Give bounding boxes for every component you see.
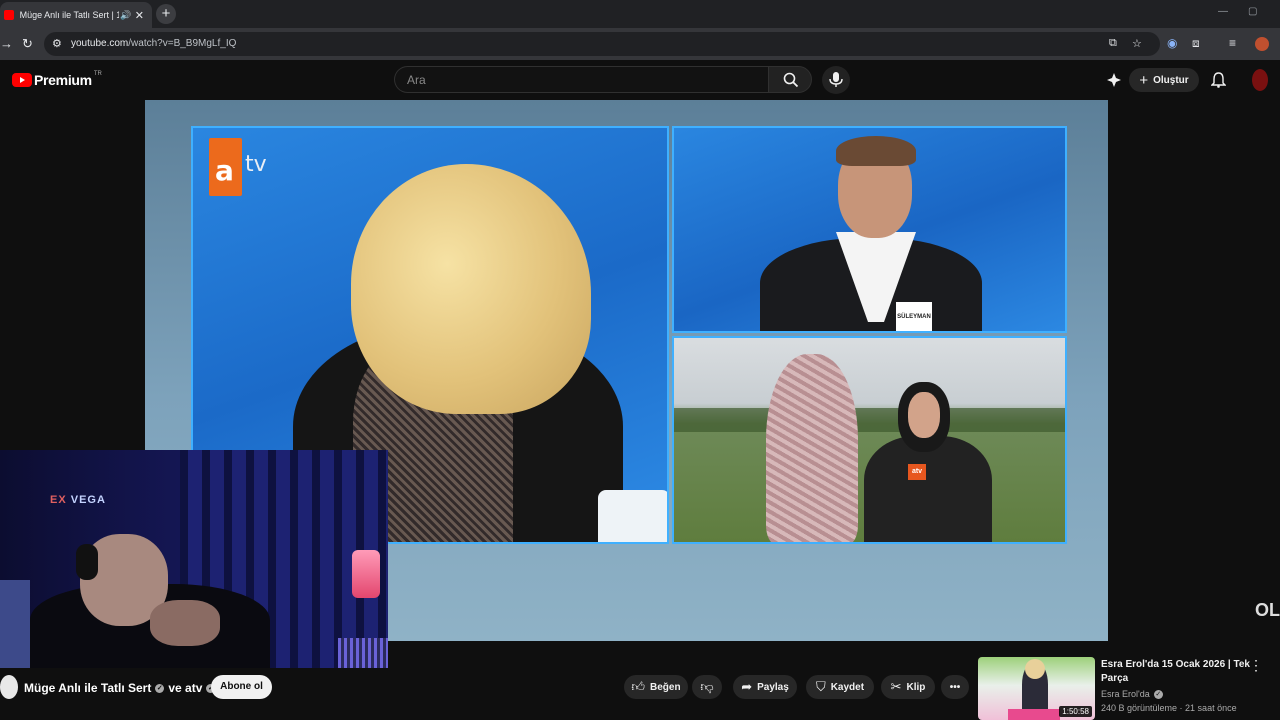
- save-button[interactable]: ⛉ Kaydet: [806, 675, 874, 699]
- like-button[interactable]: 👍︎ Beğen: [624, 675, 688, 699]
- thumbnail-host-hair: [1025, 659, 1045, 679]
- share-arrow-icon: ➦: [741, 679, 753, 694]
- new-tab-button[interactable]: +: [156, 4, 176, 24]
- youtube-header: Premium TR: [0, 60, 1280, 100]
- verified-icon: ✓: [1153, 689, 1163, 699]
- browser-profile-avatar[interactable]: [1255, 37, 1269, 51]
- recommended-menu-icon[interactable]: ⋮: [1249, 657, 1263, 674]
- url-text[interactable]: youtube.com/watch?v=B_B9MgLf_IQ: [71, 38, 236, 49]
- dislike-button[interactable]: 👎︎: [692, 675, 722, 699]
- thumbs-up-icon: 👍︎: [631, 679, 646, 694]
- extension-audio-icon[interactable]: ◉: [1167, 36, 1177, 50]
- reporter-coat: [864, 436, 992, 542]
- voice-search-button[interactable]: [822, 66, 850, 94]
- install-app-icon[interactable]: ⧉: [1109, 37, 1117, 50]
- guest-panel: SÜLEYMAN: [672, 126, 1067, 333]
- guest-nametag: SÜLEYMAN: [896, 302, 932, 331]
- rgb-keyboard: [338, 638, 388, 668]
- reporter-face: [908, 392, 940, 438]
- recommended-title[interactable]: Esra Erol'da 15 Ocak 2026 | Tek Parça: [1101, 658, 1251, 686]
- minimize-icon[interactable]: —: [1218, 6, 1228, 17]
- browser-toolbar: → ↻ ⚙ youtube.com/watch?v=B_B9MgLf_IQ ⧉ …: [0, 28, 1280, 60]
- atv-logo-text: tv: [245, 152, 267, 177]
- gemini-sparkle-icon[interactable]: [1106, 72, 1122, 88]
- channel-name[interactable]: Müge Anlı ile Tatlı Sert: [24, 681, 151, 695]
- streamer-hands: [150, 600, 220, 646]
- streamer-webcam-overlay: EX VEGA: [0, 450, 388, 668]
- more-icon: •••: [949, 681, 961, 693]
- subscribe-button[interactable]: Abone ol: [211, 675, 272, 699]
- microphone-icon: [829, 72, 843, 87]
- scissors-icon: ✂: [890, 679, 902, 694]
- video-duration: 1:50:58: [1059, 706, 1092, 717]
- neon-sign: EX VEGA: [50, 494, 106, 506]
- clip-button[interactable]: ✂ Klip: [881, 675, 935, 699]
- create-button[interactable]: + Oluştur: [1129, 68, 1199, 92]
- recommended-thumbnail[interactable]: 1:50:58: [978, 657, 1095, 720]
- browser-tab[interactable]: Müge Anlı ile Tatlı Sert | 16 🔊 ✕: [0, 2, 152, 28]
- search-icon: [783, 72, 799, 88]
- atv-microphone: atv: [908, 464, 926, 480]
- recommended-meta: 240 B görüntüleme · 21 saat önce: [1101, 703, 1237, 713]
- channel-avatar[interactable]: [0, 675, 18, 699]
- user-avatar[interactable]: [1252, 69, 1268, 91]
- host-hair: [351, 164, 591, 414]
- thumbnail-banner: [1008, 709, 1060, 720]
- headset: [76, 544, 98, 580]
- address-bar[interactable]: ⚙ youtube.com/watch?v=B_B9MgLf_IQ ⧉ ☆: [44, 32, 1160, 56]
- youtube-play-icon: [12, 73, 32, 87]
- atv-logo: a: [209, 138, 242, 196]
- bookmark-icon: ⛉: [815, 679, 826, 694]
- field-report-panel: atv: [672, 336, 1067, 544]
- woman-headscarf: [766, 354, 858, 542]
- youtube-favicon-icon: [4, 10, 14, 20]
- studio-desk: [598, 490, 667, 542]
- bookmark-star-icon[interactable]: ☆: [1132, 37, 1142, 50]
- recommended-channel[interactable]: Esra Erol'da ✓: [1101, 689, 1167, 699]
- site-info-icon[interactable]: ⚙: [52, 37, 62, 50]
- more-actions-button[interactable]: •••: [941, 675, 969, 699]
- browser-tab-bar: Müge Anlı ile Tatlı Sert | 16 🔊 ✕ + — ▢: [0, 0, 1280, 28]
- reload-icon[interactable]: ↻: [22, 36, 33, 52]
- maximize-icon[interactable]: ▢: [1248, 6, 1257, 17]
- tab-title: Müge Anlı ile Tatlı Sert | 16: [19, 10, 120, 20]
- corner-channel-bug: OL: [1255, 600, 1280, 620]
- pink-lamp: [352, 550, 380, 598]
- media-controls-icon[interactable]: ≡: [1229, 36, 1236, 50]
- youtube-premium-logo[interactable]: Premium TR: [12, 71, 102, 88]
- channel-names[interactable]: Müge Anlı ile Tatlı Sert ✓ ve atv ✓: [24, 681, 219, 695]
- close-tab-icon[interactable]: ✕: [133, 9, 146, 22]
- verified-icon: ✓: [155, 683, 165, 693]
- forward-icon[interactable]: →: [0, 36, 13, 51]
- share-button[interactable]: ➦ Paylaş: [733, 675, 797, 699]
- collab-channel[interactable]: ve atv: [168, 681, 202, 695]
- field-trees: [674, 408, 1065, 432]
- chair: [0, 580, 30, 668]
- speaker-icon[interactable]: 🔊: [119, 10, 132, 21]
- search-input[interactable]: [407, 73, 747, 87]
- search-box[interactable]: [394, 66, 768, 93]
- notifications-bell-icon[interactable]: [1211, 72, 1226, 88]
- search-button[interactable]: [768, 66, 812, 93]
- thumbs-down-icon: 👎︎: [700, 679, 714, 694]
- extensions-puzzle-icon[interactable]: ⧈: [1192, 36, 1200, 51]
- plus-icon: +: [1139, 71, 1149, 89]
- guest-hair: [836, 136, 916, 166]
